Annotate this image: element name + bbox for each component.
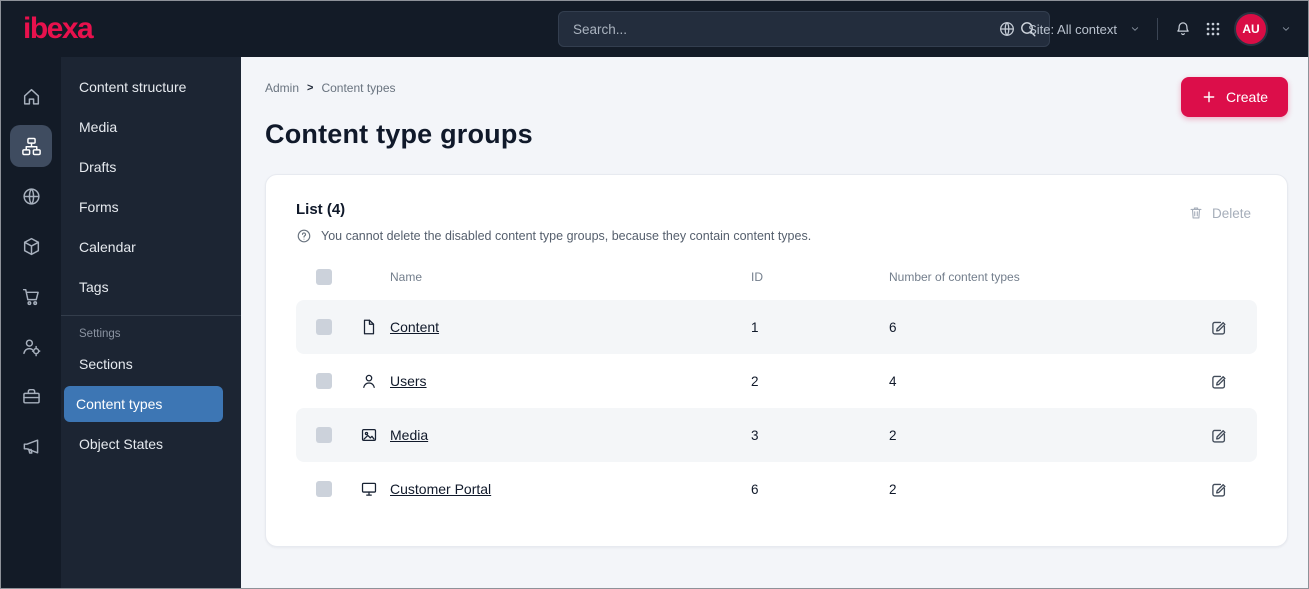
row-checkbox[interactable] xyxy=(316,481,332,497)
settings-section-label: Settings xyxy=(79,328,121,340)
breadcrumb-admin[interactable]: Admin xyxy=(265,81,299,95)
content-type-group-link[interactable]: Users xyxy=(390,373,427,389)
create-button[interactable]: Create xyxy=(1180,77,1288,117)
sidebar-item-calendar[interactable]: Calendar xyxy=(61,227,241,267)
user-menu-chevron-down-icon[interactable] xyxy=(1280,23,1292,35)
plus-icon xyxy=(1201,89,1217,105)
help-note: You cannot delete the disabled content t… xyxy=(296,228,811,244)
row-name-cell: Content xyxy=(360,318,751,336)
row-id: 1 xyxy=(751,319,759,335)
table-row-users: Users 2 4 xyxy=(296,354,1257,408)
row-name-cell: Media xyxy=(360,426,751,444)
search-input[interactable] xyxy=(558,11,1050,47)
row-id: 2 xyxy=(751,373,759,389)
content-type-group-link[interactable]: Customer Portal xyxy=(390,481,491,497)
column-header-id: ID xyxy=(751,270,763,284)
delete-button-label: Delete xyxy=(1211,205,1251,221)
help-text: You cannot delete the disabled content t… xyxy=(321,229,812,243)
edit-icon[interactable] xyxy=(1209,318,1228,337)
trash-icon xyxy=(1188,205,1204,221)
page-title: Content type groups xyxy=(265,119,533,149)
file-icon xyxy=(360,318,378,336)
product-catalog-icon[interactable] xyxy=(10,225,52,267)
sidebar-item-sections[interactable]: Sections xyxy=(61,344,241,384)
topbar: ibexa Site: All context AU xyxy=(1,1,1308,57)
user-avatar[interactable]: AU xyxy=(1234,12,1268,46)
breadcrumb-separator: > xyxy=(307,82,314,94)
site-context-chevron-down-icon[interactable] xyxy=(1129,23,1141,35)
global-search xyxy=(558,11,1050,47)
content-type-group-link[interactable]: Media xyxy=(390,427,428,443)
row-count: 4 xyxy=(889,373,897,389)
commerce-cart-icon[interactable] xyxy=(10,275,52,317)
row-name-cell: Users xyxy=(360,372,751,390)
sidebar-menu: Content structure Media Drafts Forms Calenda… xyxy=(61,57,241,588)
row-id: 3 xyxy=(751,427,759,443)
row-id: 6 xyxy=(751,481,759,497)
table-row-content: Content 1 6 xyxy=(296,300,1257,354)
row-count: 2 xyxy=(889,481,897,497)
table-row-media: Media 3 2 xyxy=(296,408,1257,462)
user-icon xyxy=(360,372,378,390)
content-structure-icon[interactable] xyxy=(10,125,52,167)
sidebar-settings-list: Sections Content types Object States xyxy=(61,344,241,464)
customer-settings-icon[interactable] xyxy=(10,325,52,367)
ibexa-logo[interactable]: ibexa xyxy=(1,14,241,44)
row-checkbox[interactable] xyxy=(316,319,332,335)
column-header-count: Number of content types xyxy=(889,270,1020,284)
sidebar-item-media[interactable]: Media xyxy=(61,107,241,147)
row-count: 6 xyxy=(889,319,897,335)
table-row-customer-portal: Customer Portal 6 2 xyxy=(296,462,1257,516)
sidebar-main-list: Content structure Media Drafts Forms Calenda… xyxy=(61,67,241,307)
site-globe-icon[interactable] xyxy=(10,175,52,217)
topbar-actions: Site: All context AU xyxy=(998,1,1292,57)
apps-grid-icon[interactable] xyxy=(1204,20,1222,38)
row-name-cell: Customer Portal xyxy=(360,480,751,498)
app-window: ibexa Site: All context AU Content struc… xyxy=(0,0,1309,589)
help-icon xyxy=(296,228,312,244)
app-body: Content structure Media Drafts Forms Calenda… xyxy=(1,57,1308,588)
home-icon[interactable] xyxy=(10,75,52,117)
notifications-bell-icon[interactable] xyxy=(1174,20,1192,38)
column-header-name: Name xyxy=(390,270,423,284)
topbar-divider xyxy=(1157,18,1158,40)
breadcrumb: Admin > Content types xyxy=(265,81,1288,95)
edit-icon[interactable] xyxy=(1209,372,1228,391)
select-all-checkbox[interactable] xyxy=(316,269,332,285)
row-checkbox[interactable] xyxy=(316,373,332,389)
main-content: Admin > Content types Create Content typ… xyxy=(241,57,1308,588)
admin-toolbox-icon[interactable] xyxy=(10,375,52,417)
sidebar-item-content-types[interactable]: Content types xyxy=(64,386,223,422)
monitor-icon xyxy=(360,480,378,498)
create-button-label: Create xyxy=(1225,89,1268,105)
breadcrumb-current: Content types xyxy=(321,81,396,95)
sidebar-item-drafts[interactable]: Drafts xyxy=(61,147,241,187)
edit-icon[interactable] xyxy=(1209,426,1228,445)
site-context-selector[interactable]: Site: All context xyxy=(1028,22,1117,37)
sidebar-item-tags[interactable]: Tags xyxy=(61,267,241,307)
row-count: 2 xyxy=(889,427,897,443)
edit-icon[interactable] xyxy=(1209,480,1228,499)
list-title: List (4) xyxy=(296,201,346,218)
table-body: Content 1 6 Users 2 4 Media 3 2 Customer Portal 6 2 xyxy=(296,300,1257,516)
delete-button[interactable]: Delete xyxy=(1182,201,1257,225)
sidebar-item-forms[interactable]: Forms xyxy=(61,187,241,227)
row-checkbox[interactable] xyxy=(316,427,332,443)
site-context-globe-icon xyxy=(998,20,1016,38)
image-icon xyxy=(360,426,378,444)
sidebar-item-object-states[interactable]: Object States xyxy=(61,424,241,464)
card-header: List (4) You cannot delete the disabled … xyxy=(296,201,1257,244)
content-type-groups-card: List (4) You cannot delete the disabled … xyxy=(265,174,1288,547)
marketing-megaphone-icon[interactable] xyxy=(10,425,52,467)
icon-rail xyxy=(1,57,61,588)
table-header: Name ID Number of content types xyxy=(296,254,1257,300)
content-type-group-link[interactable]: Content xyxy=(390,319,439,335)
sidebar-item-content-structure[interactable]: Content structure xyxy=(61,67,241,107)
